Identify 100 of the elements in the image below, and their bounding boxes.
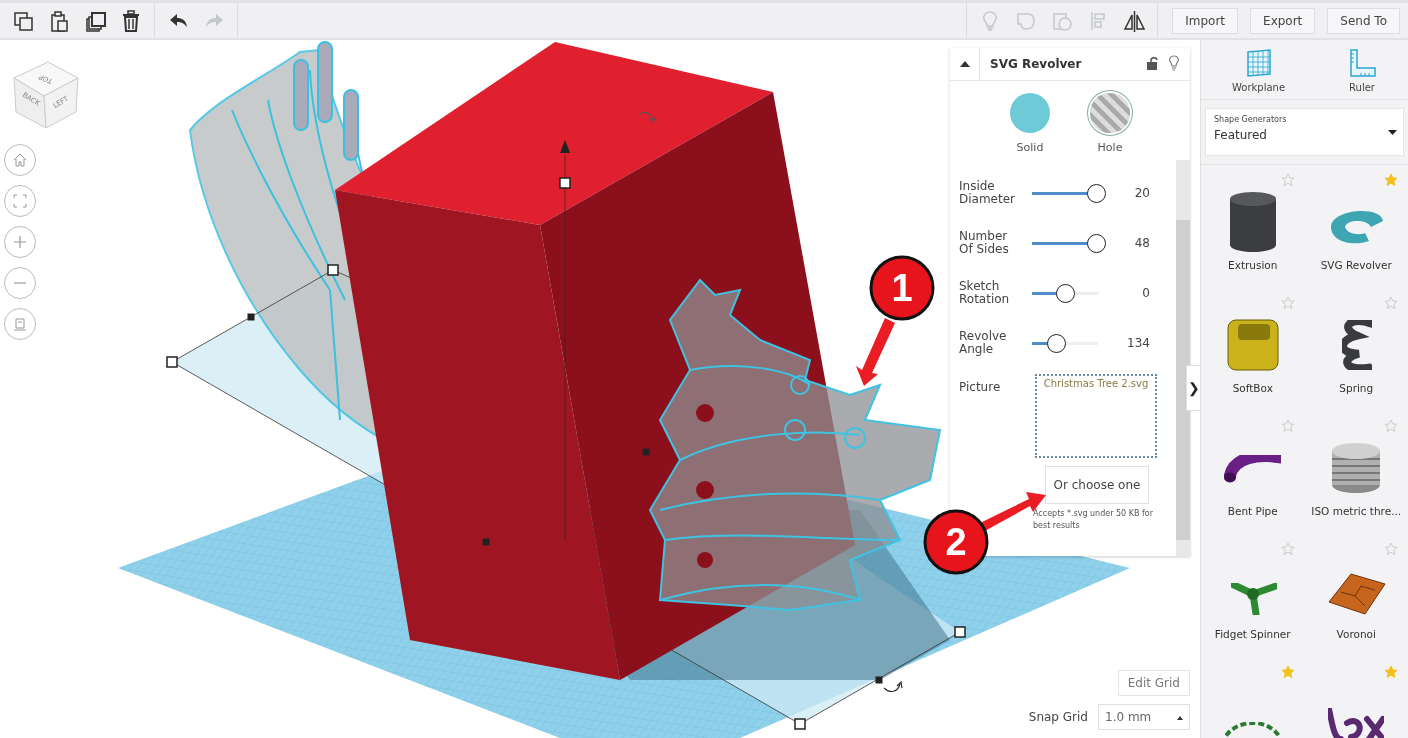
caret-icon: [1388, 130, 1397, 135]
star-icon[interactable]: [1280, 173, 1295, 187]
slider-thumb[interactable]: [1047, 334, 1067, 353]
star-icon[interactable]: [1280, 419, 1295, 433]
resize-handle[interactable]: [559, 177, 571, 189]
copy-icon[interactable]: [12, 9, 34, 32]
star-icon[interactable]: [1384, 296, 1398, 310]
snap-grid-select[interactable]: 1.0 mm: [1098, 704, 1190, 730]
unlock-icon[interactable]: [1146, 55, 1158, 70]
dropdown-caption: Shape Generators: [1214, 115, 1288, 124]
edit-grid-button[interactable]: Edit Grid: [1117, 670, 1190, 696]
shape-label: SVG Revolver: [1320, 259, 1392, 271]
resize-handle[interactable]: [794, 718, 806, 730]
hint-text: Accepts *.svg under 50 KB for best results: [1033, 508, 1154, 532]
rotate-arrow-icon[interactable]: [883, 681, 903, 693]
ring-icon: [1330, 209, 1385, 245]
star-icon[interactable]: [1384, 173, 1398, 187]
star-icon[interactable]: [1280, 542, 1295, 556]
trash-icon[interactable]: [120, 9, 142, 32]
slider-thumb[interactable]: [1087, 184, 1106, 203]
solid-swatch[interactable]: [1010, 93, 1050, 133]
shape-label: Spring: [1339, 382, 1374, 394]
home-button[interactable]: [4, 144, 36, 176]
square-bucket-icon: [1226, 319, 1279, 371]
parameter-value: 48: [1133, 236, 1151, 250]
resize-handle[interactable]: [166, 356, 178, 368]
ruler-button[interactable]: Ruler: [1347, 48, 1377, 93]
caret-icon: [1177, 715, 1183, 720]
shape-label: Bent Pipe: [1227, 505, 1278, 517]
slider-thumb[interactable]: [1087, 234, 1106, 253]
scrollbar[interactable]: [1176, 160, 1190, 556]
clipboard-icon[interactable]: [48, 9, 70, 32]
home-icon: [13, 153, 27, 167]
shape-tile[interactable]: Spring: [1304, 292, 1408, 415]
callout-badge: 1: [869, 255, 935, 321]
shape-tile[interactable]: Voronoi: [1304, 538, 1408, 661]
file-drop-zone[interactable]: Christmas Tree 2.svg: [1035, 374, 1157, 458]
snap-grid-label: Snap Grid: [1028, 710, 1088, 724]
spinner-icon: [1230, 583, 1277, 615]
midpoint-handle[interactable]: [642, 448, 650, 456]
choose-button[interactable]: Or choose one: [1045, 466, 1149, 504]
picture-label: Picture: [959, 379, 1002, 396]
midpoint-handle[interactable]: [482, 538, 490, 546]
toolbar-button[interactable]: Import: [1172, 7, 1239, 34]
callout-arrow: [856, 318, 895, 386]
parameter-value: 134: [1126, 336, 1151, 350]
ruler-icon: [1347, 48, 1377, 78]
parameter-label: Number Of Sides: [959, 230, 1010, 256]
toolbar-button[interactable]: Export: [1250, 7, 1316, 34]
collapse-icon: [958, 60, 971, 68]
spring-icon: [1342, 320, 1373, 370]
shape-tile[interactable]: SVG Revolver: [1304, 169, 1408, 292]
callout-badge: 2: [923, 509, 989, 575]
shape-tile[interactable]: ISO metric thre...: [1304, 415, 1408, 538]
star-icon[interactable]: [1280, 665, 1295, 679]
dropdown-value: Featured: [1214, 128, 1267, 142]
parameter-label: Inside Diameter: [959, 180, 1017, 206]
duplicate-icon[interactable]: [84, 9, 106, 32]
shape-label: Extrusion: [1228, 259, 1278, 271]
star-icon[interactable]: [1384, 542, 1398, 556]
mirror-icon[interactable]: [1123, 9, 1146, 32]
workplane-button[interactable]: Workplane: [1231, 48, 1286, 93]
resize-handle[interactable]: [954, 626, 966, 638]
toolbar-button[interactable]: Send To: [1327, 7, 1400, 34]
lightbulb-icon[interactable]: [1168, 54, 1180, 71]
fit-view-icon: [13, 194, 27, 208]
shape-tile[interactable]: Extrusion: [1201, 169, 1305, 292]
swatch-label: Hole: [1097, 141, 1123, 154]
threaded-disc-icon: [1331, 442, 1382, 494]
panel-title: SVG Revolver: [989, 57, 1083, 71]
star-icon[interactable]: [1384, 665, 1398, 679]
pipe-icon: [1222, 454, 1281, 483]
cylinder-icon: [1228, 191, 1277, 253]
squiggle-icon: [1328, 708, 1385, 738]
shape-tile[interactable]: Bent Pipe: [1201, 415, 1305, 538]
shape-label: Voronoi: [1336, 628, 1376, 640]
zoom-in-button[interactable]: [4, 226, 36, 258]
panel-toggle[interactable]: ❯: [1186, 365, 1200, 411]
perspective-icon: [13, 317, 27, 331]
zoom-in-icon: [13, 235, 27, 249]
shape-label: ISO metric thre...: [1311, 505, 1402, 517]
slider-thumb[interactable]: [1056, 284, 1075, 303]
midpoint-handle[interactable]: [875, 676, 883, 684]
category-dropdown[interactable]: Shape Generators Featured: [1205, 108, 1404, 156]
parameter-value: 20: [1133, 186, 1151, 200]
parameter-label: Sketch Rotation: [959, 280, 1011, 306]
shape-label: Fidget Spinner: [1214, 628, 1291, 640]
parameter-value: 0: [1141, 286, 1151, 300]
shape-tile[interactable]: SoftBox: [1201, 292, 1305, 415]
star-icon[interactable]: [1280, 296, 1295, 310]
shape-label: SoftBox: [1232, 382, 1273, 394]
hole-swatch[interactable]: [1090, 93, 1130, 133]
swatch-label: Solid: [1016, 141, 1044, 154]
tile-icon: [1328, 573, 1387, 615]
resize-handle[interactable]: [327, 264, 339, 276]
midpoint-handle[interactable]: [247, 313, 255, 321]
parameter-label: Revolve Angle: [959, 330, 1008, 356]
star-icon[interactable]: [1384, 419, 1398, 433]
shape-tile[interactable]: Fidget Spinner: [1201, 538, 1305, 661]
lift-cone-icon[interactable]: [560, 140, 570, 153]
